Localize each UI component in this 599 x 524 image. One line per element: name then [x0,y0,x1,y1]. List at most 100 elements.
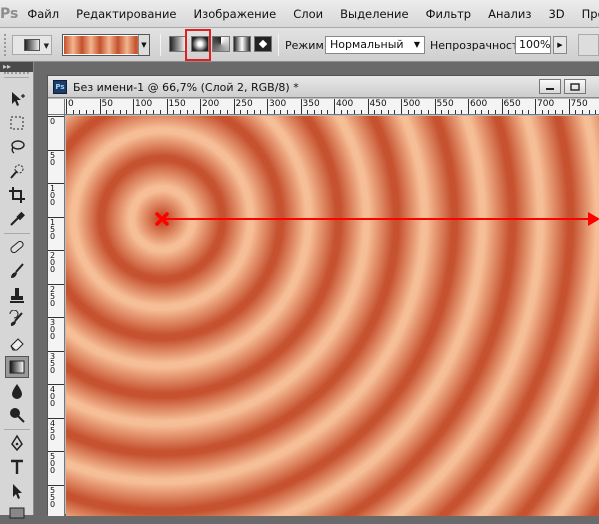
ruler-label: 5 0 [50,150,56,167]
ruler-tick [86,110,88,114]
ruler-tick [380,110,382,114]
pen-icon [11,434,23,452]
stamp-icon [10,288,24,303]
ruler-label: 50 [101,99,113,109]
menu-select[interactable]: Выделение [331,0,417,28]
gradient-icon [9,360,25,374]
ruler-tick [48,350,64,352]
ruler-tick [514,110,516,114]
ruler-tick [340,110,342,114]
toolbox-grip[interactable] [4,72,29,78]
type-tool[interactable] [5,456,29,478]
reflected-gradient-button[interactable] [233,36,251,52]
divider [278,34,279,56]
ruler-tick [488,110,490,114]
healing-brush-tool[interactable] [5,236,29,258]
marquee-tool[interactable] [5,112,29,134]
ruler-tick [267,99,268,114]
ruler-label: 4 0 0 [50,385,56,408]
brush-tool[interactable] [5,260,29,282]
angle-gradient-button[interactable] [212,36,230,52]
ruler-label: 0 [68,99,74,109]
ruler-tick [474,110,476,114]
gradient-swatch[interactable] [64,36,138,54]
ruler-tick [447,110,449,114]
options-extra-button[interactable] [578,34,599,56]
ruler-label: 400 [336,99,354,109]
lasso-tool[interactable] [5,136,29,158]
selected-gradient-highlight [185,29,211,61]
rectangle-tool[interactable] [5,502,29,524]
ruler-tick [300,99,302,114]
ruler-tick [99,99,101,114]
ruler-tick [327,110,329,114]
minimize-button[interactable] [539,79,561,94]
eyedropper-tool[interactable] [5,208,29,230]
ruler-tick [119,110,121,114]
menu-view[interactable]: Прос [573,0,599,28]
clone-stamp-tool[interactable] [5,284,29,306]
menu-image[interactable]: Изображение [185,0,285,28]
photoshop-doc-icon: Ps [53,80,67,94]
photoshop-logo: Ps [0,5,19,22]
options-grip[interactable] [4,34,8,56]
chevron-down-icon[interactable]: ▼ [138,35,149,55]
ruler-tick [226,110,228,114]
canvas[interactable] [66,116,599,516]
document-tab[interactable]: Ps Без имени-1 @ 66,7% (Слой 2, RGB/8) * [48,76,599,98]
menu-analysis[interactable]: Анализ [479,0,539,28]
ruler-tick [48,317,64,318]
tool-preset-picker[interactable]: ▼ [12,35,52,55]
blur-tool[interactable] [5,380,29,402]
ruler-tick [555,110,557,114]
ruler-tick [287,110,289,114]
brush-icon [11,263,24,278]
dodge-tool[interactable] [5,404,29,426]
ruler-tick [588,110,590,114]
ruler-tick [401,99,402,114]
menu-file[interactable]: Файл [18,0,67,28]
gradient-tool[interactable] [5,356,29,378]
maximize-button[interactable] [564,79,586,94]
menu-layers[interactable]: Слои [284,0,331,28]
opacity-input[interactable]: 100% [515,36,551,54]
gradient-tool-icon [24,39,40,51]
diamond-gradient-button[interactable] [254,36,272,52]
ruler-label: 600 [470,99,488,109]
ruler-tick [541,110,543,114]
menu-filter[interactable]: Фильтр [417,0,480,28]
menu-edit[interactable]: Редактирование [67,0,184,28]
ruler-label: 500 [403,99,421,109]
ruler-label: 750 [570,99,588,109]
pen-tool[interactable] [5,432,29,454]
history-brush-tool[interactable] [5,308,29,330]
droplet-icon [12,384,22,399]
menu-bar: Ps Файл Редактирование Изображение Слои … [0,0,599,28]
ruler-tick [92,110,94,114]
ruler-label: 0 [50,117,56,126]
gradient-picker[interactable]: ▼ [62,34,150,56]
ruler-tick [186,110,188,114]
quick-selection-tool[interactable] [5,160,29,182]
menu-3d[interactable]: 3D [539,0,572,28]
eraser-tool[interactable] [5,332,29,354]
horizontal-ruler[interactable]: 0 50 100 150 200 250 300 350 400 450 500 550 600 650 7… [65,99,599,115]
path-selection-tool[interactable] [5,480,29,502]
toolbox-collapse[interactable]: ▸▸ [0,62,33,72]
ruler-tick [481,110,483,114]
ruler-label: 450 [369,99,387,109]
chevron-right-icon[interactable]: ▶ [553,36,567,54]
ruler-tick [334,99,335,114]
ruler-tick [595,110,597,114]
quick-selection-icon [10,164,24,179]
ruler-tick [139,110,141,114]
ruler-tick [153,110,155,114]
mode-select[interactable]: Нормальный ▼ [325,36,425,54]
ruler-tick [354,110,356,114]
vertical-ruler[interactable]: 0 5 0 1 0 0 1 5 0 2 0 0 2 5 0 3 0 0 3 5 0 4 0 0 4… [48,115,65,516]
move-tool[interactable] [5,88,29,110]
ruler-tick [79,110,81,114]
ruler-tick [166,99,168,114]
crop-tool[interactable] [5,184,29,206]
ruler-origin[interactable] [48,99,65,115]
